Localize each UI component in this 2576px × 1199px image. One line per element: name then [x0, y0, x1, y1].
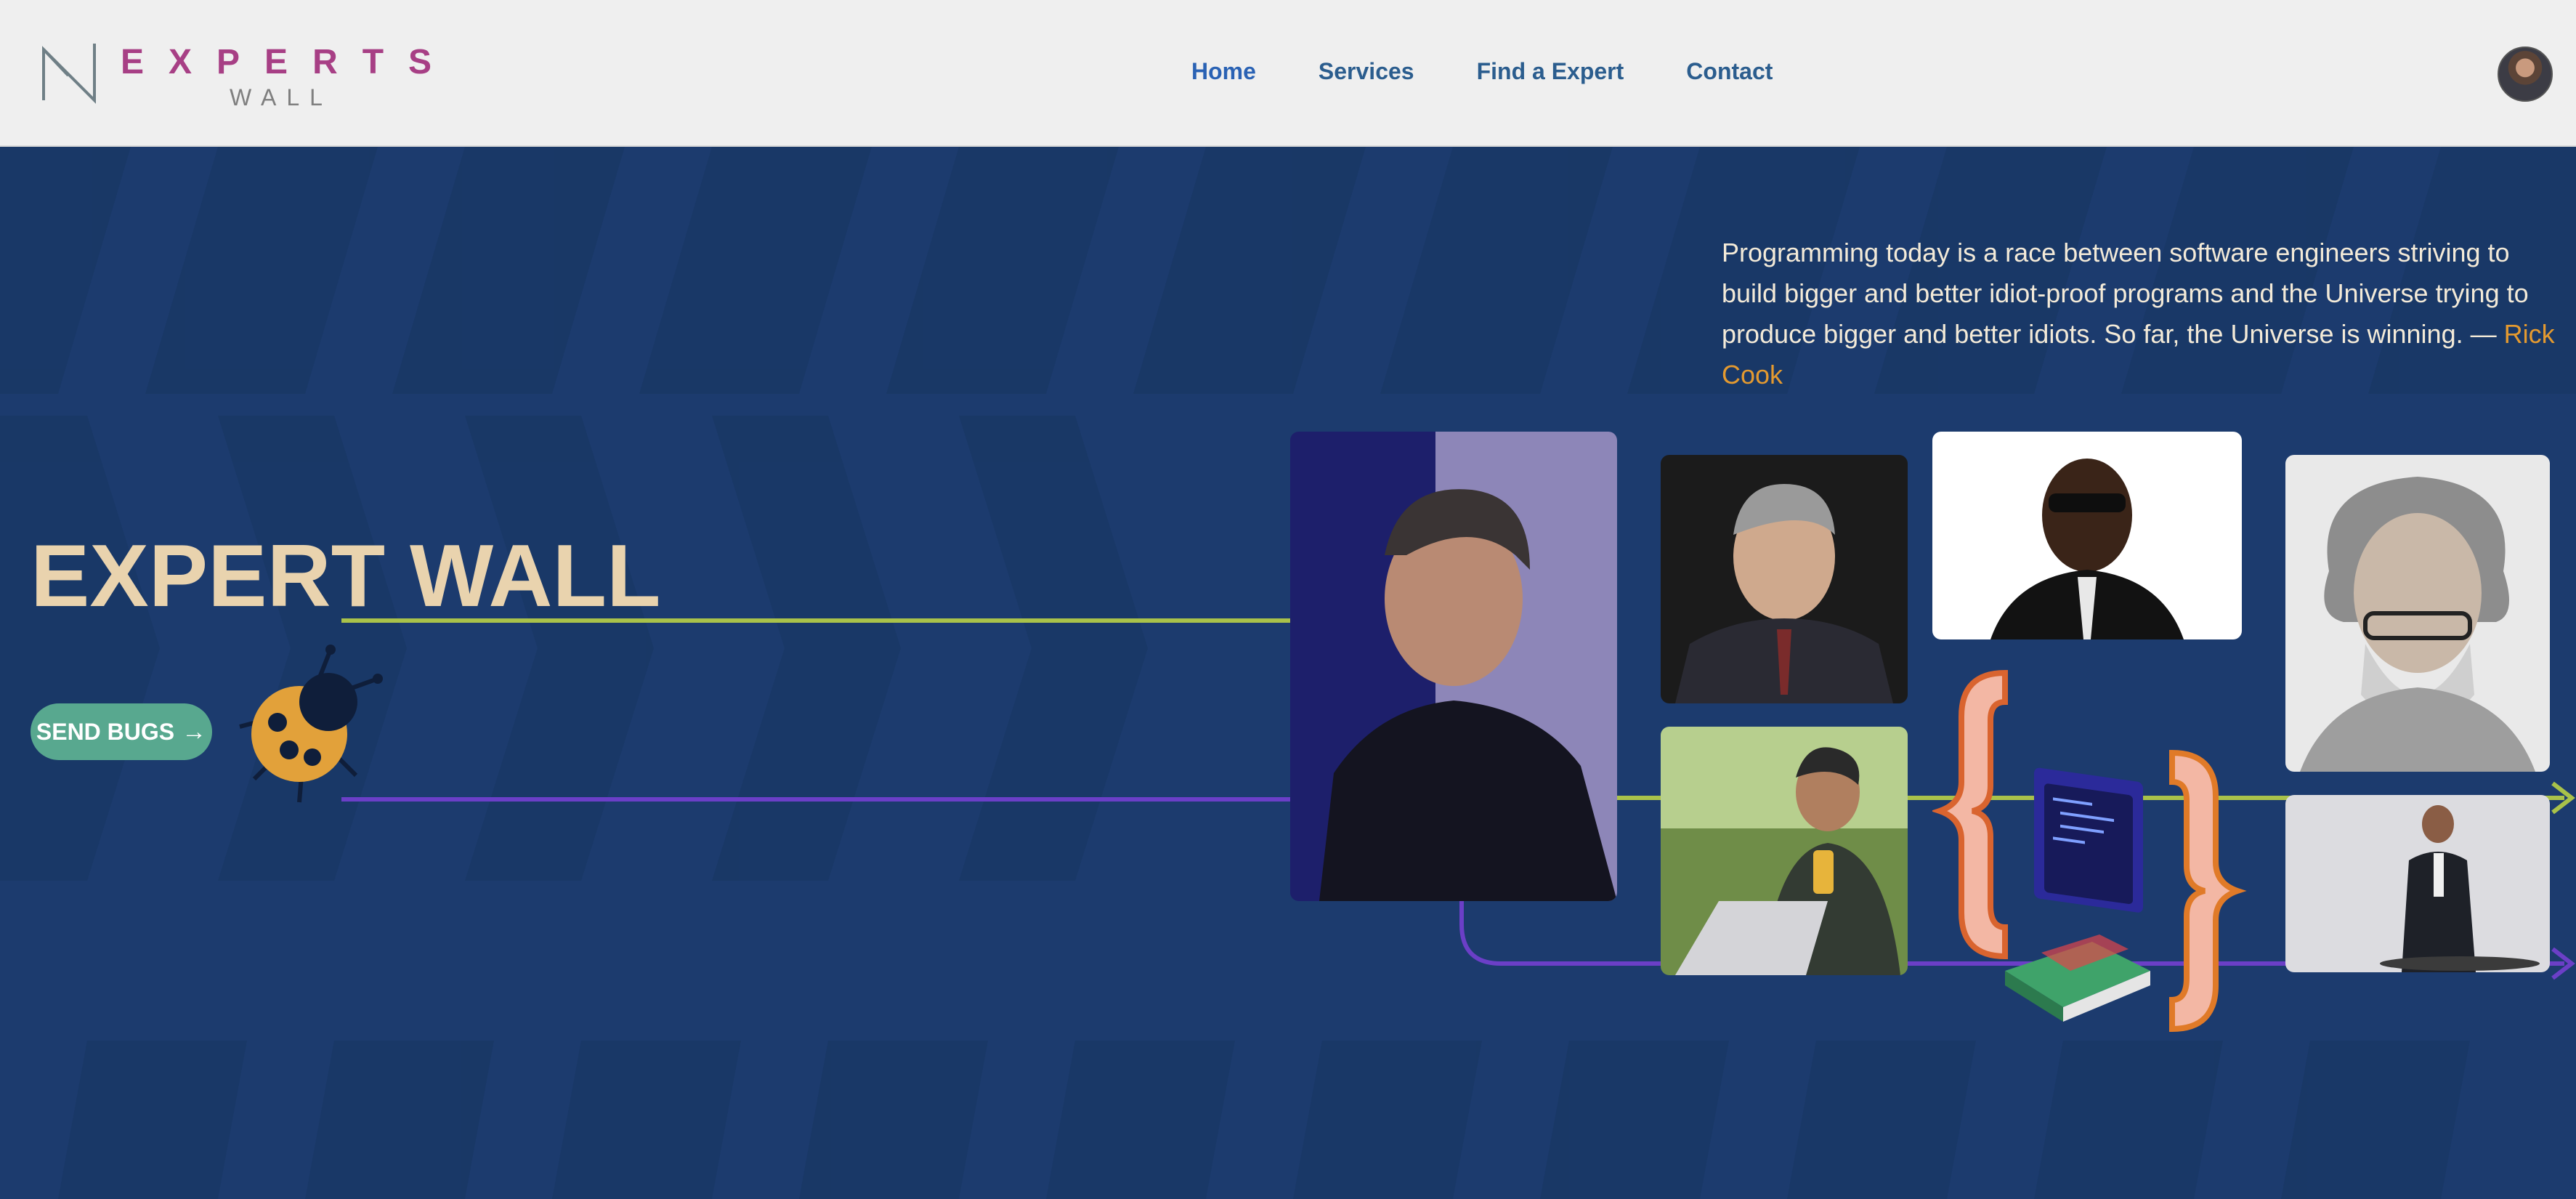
expert-photo-1[interactable] [1290, 432, 1617, 901]
quote-text: Programming today is a race between soft… [1722, 238, 2529, 349]
nav-home[interactable]: Home [1191, 58, 1256, 85]
user-avatar[interactable] [2498, 47, 2553, 102]
expert-photo-4[interactable] [2285, 455, 2550, 772]
expert-photo-6[interactable] [2285, 795, 2550, 972]
expert-photo-3[interactable] [1932, 432, 2242, 639]
main-nav: Home Services Find a Expert Contact [1191, 58, 1773, 85]
brand-logo[interactable]: EXPERTS WALL [39, 36, 446, 116]
ladybug-icon [239, 645, 383, 803]
hero-title: EXPERT WALL [31, 526, 661, 625]
expert-photo-5[interactable] [1661, 727, 1908, 975]
programming-quote: Programming today is a race between soft… [1722, 233, 2557, 395]
nav-services[interactable]: Services [1319, 58, 1414, 85]
nav-find-expert[interactable]: Find a Expert [1477, 58, 1624, 85]
site-header: EXPERTS WALL Home Services Find a Expert… [0, 0, 2576, 147]
brand-name: EXPERTS [121, 43, 457, 81]
hero-section: EXPERT WALL SEND BUGS → Programming toda… [0, 147, 2576, 1199]
nav-contact[interactable]: Contact [1686, 58, 1773, 85]
logo-mark-icon [42, 44, 96, 104]
send-bugs-button[interactable]: SEND BUGS → [31, 703, 212, 760]
code-braces-illustration [1932, 669, 2247, 1033]
brand-sub: WALL [230, 84, 333, 110]
arrow-right-icon: → [182, 717, 207, 746]
expert-photo-2[interactable] [1661, 455, 1908, 703]
send-bugs-label: SEND BUGS [36, 718, 175, 745]
